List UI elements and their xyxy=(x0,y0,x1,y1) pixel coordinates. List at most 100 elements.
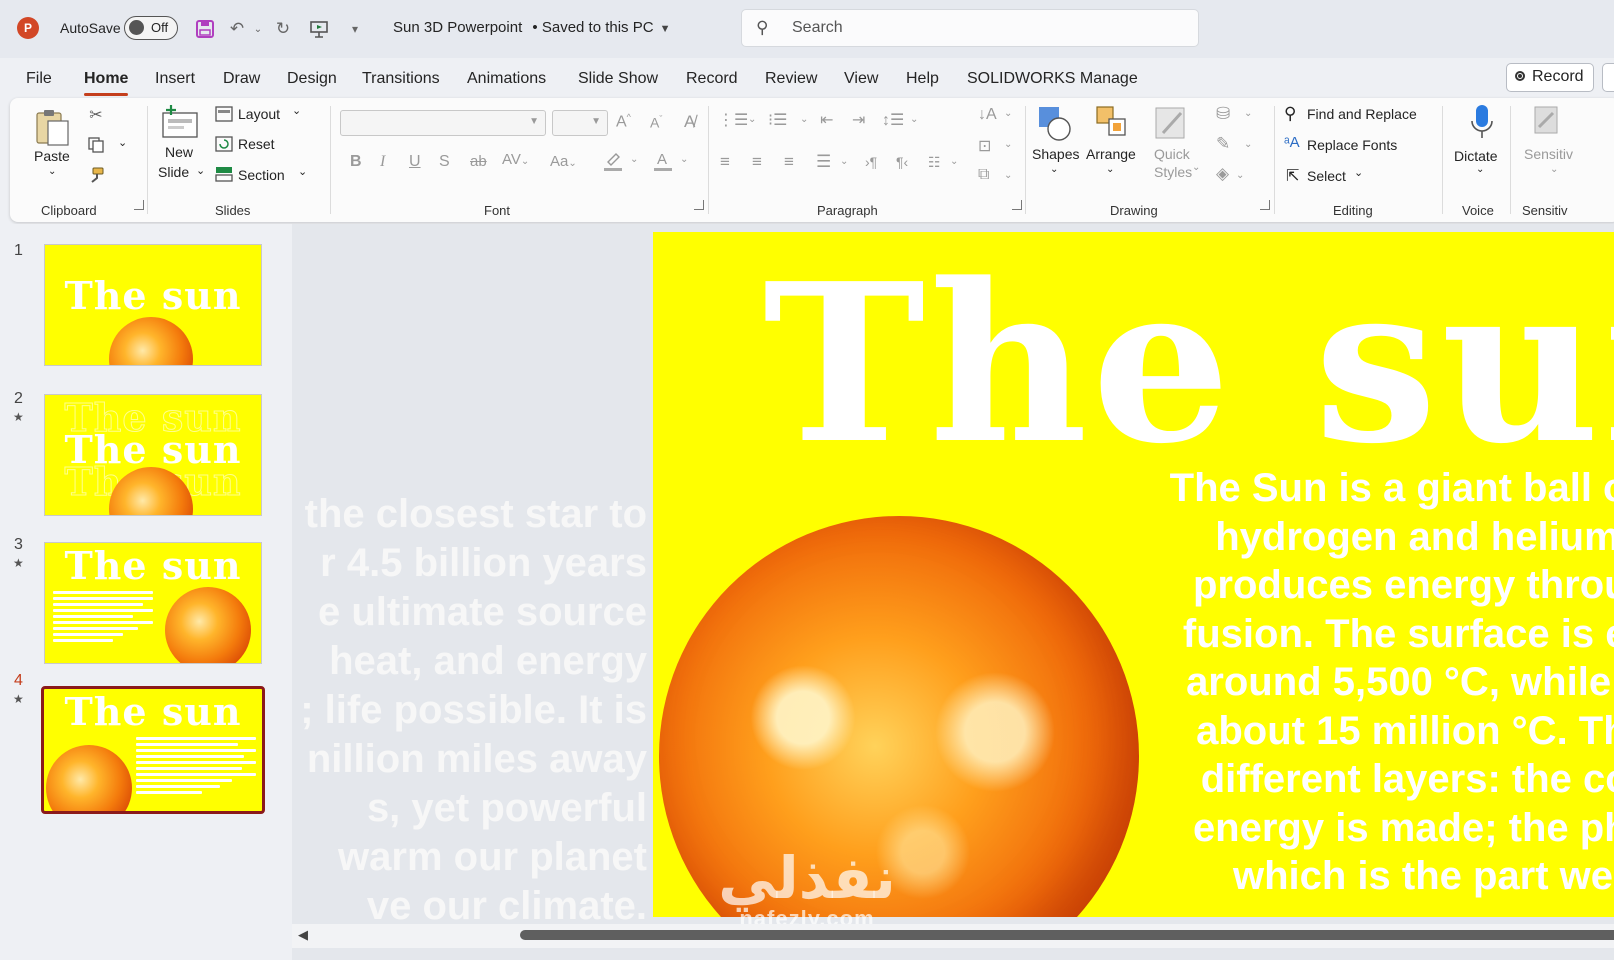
align-right-icon[interactable]: ≡ xyxy=(784,152,794,172)
arrange-label[interactable]: Arrange xyxy=(1086,146,1136,162)
align-center-icon[interactable]: ≡ xyxy=(752,152,762,172)
tab-review[interactable]: Review xyxy=(765,70,817,88)
scrollbar-thumb[interactable] xyxy=(520,930,1614,940)
justify-icon[interactable]: ☰ xyxy=(816,152,831,172)
slide-body-text[interactable]: The Sun is a giant ball of g hydrogen an… xyxy=(1123,464,1614,901)
chevron-down-icon[interactable]: ⌄ xyxy=(800,114,808,125)
dictate-label[interactable]: Dictate xyxy=(1454,148,1498,164)
ltr-icon[interactable]: ›¶ xyxy=(865,154,877,170)
highlight-color-icon[interactable] xyxy=(602,150,624,172)
numbering-icon[interactable]: ⁝☰ xyxy=(768,110,787,130)
decrease-indent-icon[interactable]: ⇤ xyxy=(820,110,833,130)
chevron-down-icon[interactable]: ⌄ xyxy=(1476,164,1484,175)
section-dropdown-icon[interactable]: ⌄ xyxy=(298,165,307,178)
chevron-down-icon[interactable]: ⌄ xyxy=(950,156,958,167)
microphone-icon[interactable] xyxy=(1467,102,1497,144)
find-and-replace-button[interactable]: Find and Replace xyxy=(1307,106,1417,122)
tab-transitions[interactable]: Transitions xyxy=(362,70,440,88)
slide-thumbnail-2[interactable]: The sun The sun The sun xyxy=(44,394,262,516)
tab-animations[interactable]: Animations xyxy=(467,70,546,88)
chevron-down-icon[interactable]: ⌄ xyxy=(1004,139,1012,150)
clear-formatting-icon[interactable]: A̸ xyxy=(684,112,695,132)
shape-fill-icon[interactable]: ⛁ xyxy=(1216,104,1230,124)
undo-dropdown-icon[interactable]: ⌄ xyxy=(246,17,270,41)
layout-icon[interactable] xyxy=(215,106,233,122)
redo-icon[interactable]: ↻ xyxy=(271,17,295,41)
font-launcher-icon[interactable] xyxy=(694,200,704,210)
tab-record[interactable]: Record xyxy=(686,70,738,88)
quick-styles-label-line2[interactable]: Styles xyxy=(1154,164,1192,180)
shapes-icon[interactable] xyxy=(1036,104,1074,144)
align-left-icon[interactable]: ≡ xyxy=(720,152,730,172)
chevron-down-icon[interactable]: ⌄ xyxy=(1550,164,1558,175)
line-spacing-icon[interactable]: ↕☰ xyxy=(882,110,904,130)
chevron-down-icon[interactable]: ⌄ xyxy=(748,114,756,125)
chevron-down-icon[interactable]: ⌄ xyxy=(1236,170,1244,181)
tab-view[interactable]: View xyxy=(844,70,878,88)
sensitivity-label[interactable]: Sensitiv xyxy=(1524,146,1573,162)
quick-styles-label-line1[interactable]: Quick xyxy=(1154,146,1190,162)
format-painter-icon[interactable] xyxy=(85,164,107,186)
paste-icon[interactable] xyxy=(32,106,72,150)
chevron-down-icon[interactable]: ⌄ xyxy=(1050,164,1058,175)
reset-icon[interactable] xyxy=(215,136,233,152)
share-button[interactable] xyxy=(1602,63,1614,92)
chevron-down-icon[interactable]: ⌄ xyxy=(910,114,918,125)
shapes-label[interactable]: Shapes xyxy=(1032,146,1079,162)
increase-font-size-icon[interactable]: A^ xyxy=(616,112,631,131)
tab-file[interactable]: File xyxy=(26,70,52,88)
save-icon[interactable] xyxy=(193,17,217,41)
replace-fonts-button[interactable]: Replace Fonts xyxy=(1307,137,1397,153)
chevron-down-icon[interactable]: ⌄ xyxy=(1192,162,1200,173)
chevron-down-icon[interactable]: ⌄ xyxy=(1004,108,1012,119)
chevron-down-icon[interactable]: ⌄ xyxy=(630,154,638,165)
new-slide-dropdown-icon[interactable]: ⌄ xyxy=(196,164,205,177)
start-from-beginning-icon[interactable] xyxy=(307,17,331,41)
italic-icon[interactable]: I xyxy=(380,153,385,171)
tab-slide-show[interactable]: Slide Show xyxy=(578,70,658,88)
horizontal-scrollbar[interactable]: ◀ xyxy=(292,924,1614,948)
scroll-left-icon[interactable]: ◀ xyxy=(298,927,308,943)
record-button[interactable]: Record xyxy=(1506,63,1594,92)
character-spacing-icon[interactable]: AV⌄ xyxy=(502,151,529,168)
strikethrough-icon[interactable]: ab xyxy=(470,153,487,170)
change-case-icon[interactable]: Aa⌄ xyxy=(550,153,577,170)
chevron-down-icon[interactable]: ⌄ xyxy=(1244,108,1252,119)
paragraph-launcher-icon[interactable] xyxy=(1012,200,1022,210)
cut-icon[interactable]: ✂ xyxy=(85,104,107,126)
underline-icon[interactable]: U xyxy=(409,153,421,171)
decrease-font-size-icon[interactable]: Aˇ xyxy=(650,114,662,131)
layout-dropdown-icon[interactable]: ⌄ xyxy=(292,104,301,117)
columns-icon[interactable]: ☷ xyxy=(928,154,941,171)
shape-outline-icon[interactable]: ✎ xyxy=(1216,134,1230,154)
copy-dropdown-icon[interactable]: ⌄ xyxy=(118,136,127,149)
rtl-icon[interactable]: ¶‹ xyxy=(896,154,908,170)
find-icon[interactable]: ⚲ xyxy=(1284,104,1296,124)
tab-draw[interactable]: Draw xyxy=(223,70,260,88)
text-direction-icon[interactable]: ↓A xyxy=(978,106,997,124)
bold-icon[interactable]: B xyxy=(350,153,362,171)
arrange-icon[interactable] xyxy=(1094,104,1132,144)
select-button[interactable]: Select xyxy=(1307,168,1346,184)
tab-solidworks-manage[interactable]: SOLIDWORKS Manage xyxy=(967,70,1138,88)
tab-design[interactable]: Design xyxy=(287,70,337,88)
quick-styles-icon[interactable] xyxy=(1152,104,1190,144)
slide-thumbnail-1[interactable]: The sun xyxy=(44,244,262,366)
text-shadow-icon[interactable]: S xyxy=(439,153,450,171)
chevron-down-icon[interactable]: ⌄ xyxy=(1244,139,1252,150)
bullets-icon[interactable]: ⋮☰ xyxy=(718,110,748,130)
increase-indent-icon[interactable]: ⇥ xyxy=(852,110,865,130)
chevron-down-icon[interactable]: ⌄ xyxy=(680,154,688,165)
chevron-down-icon[interactable]: ⌄ xyxy=(1106,164,1114,175)
chevron-down-icon[interactable]: ⌄ xyxy=(1354,166,1363,179)
clipboard-launcher-icon[interactable] xyxy=(134,200,144,210)
replace-fonts-icon[interactable]: ᵃA xyxy=(1284,134,1300,151)
current-slide[interactable]: The sun The Sun is a giant ball of g hyd… xyxy=(653,232,1614,917)
new-slide-label-line2[interactable]: Slide xyxy=(158,164,189,180)
align-text-icon[interactable]: ⊡ xyxy=(978,136,991,156)
new-slide-label-line1[interactable]: New xyxy=(165,144,193,160)
customize-quick-access-icon[interactable]: ▾ xyxy=(343,17,367,41)
new-slide-icon[interactable] xyxy=(160,104,200,140)
paste-dropdown-icon[interactable]: ⌄ xyxy=(48,166,56,177)
font-size-combobox[interactable]: ▼ xyxy=(552,110,608,136)
